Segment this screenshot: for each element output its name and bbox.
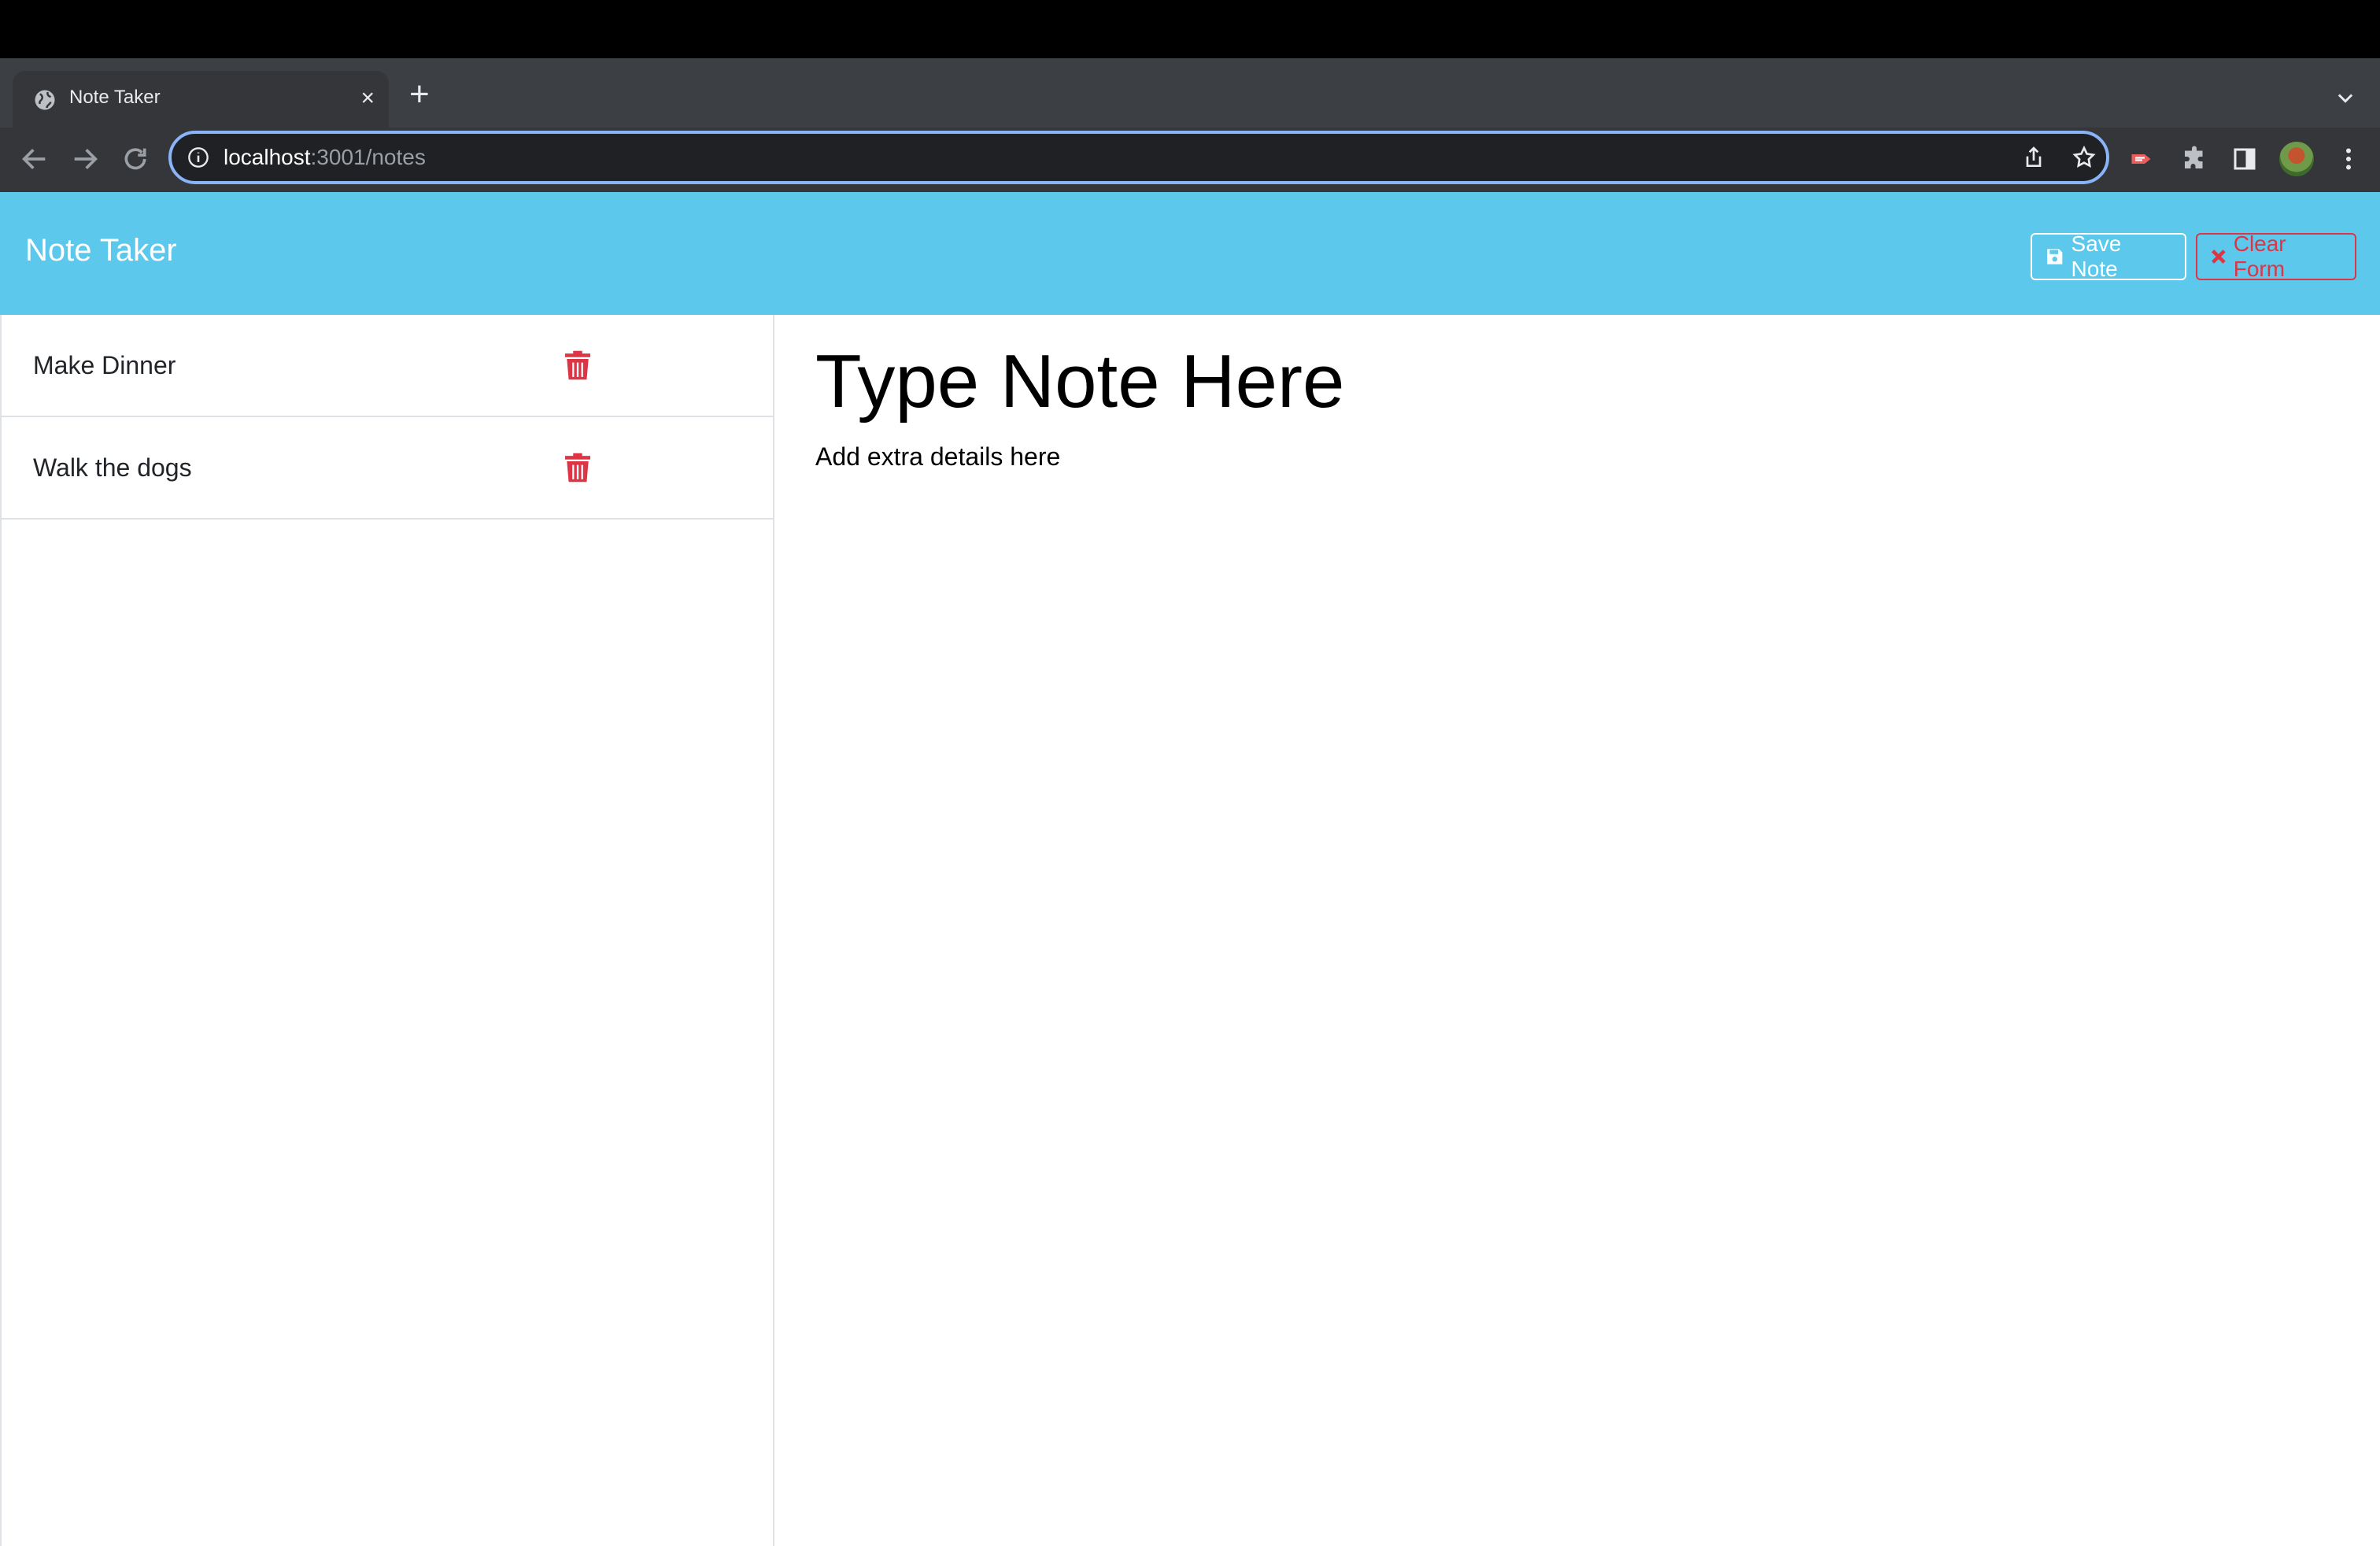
trash-icon[interactable] <box>565 350 590 381</box>
forward-arrow-icon[interactable] <box>69 143 101 175</box>
address-host: localhost <box>224 145 311 169</box>
chevron-down-icon[interactable] <box>2334 87 2356 109</box>
address-path: :3001/notes <box>310 145 426 169</box>
puzzle-icon[interactable] <box>2180 145 2208 173</box>
close-tab-icon[interactable]: × <box>360 87 375 110</box>
browser-toolbar: localhost:3001/notes <box>0 128 2380 192</box>
note-title[interactable]: Walk the dogs <box>33 453 192 483</box>
app-navbar: Note Taker Save Note Clear Form <box>0 192 2380 315</box>
globe-icon <box>35 90 55 110</box>
note-text-input[interactable]: Add extra details here <box>815 442 1060 472</box>
share-icon[interactable] <box>2021 145 2046 170</box>
clear-form-label: Clear Form <box>2233 231 2286 281</box>
save-note-label: Save Note <box>2071 231 2122 281</box>
x-mark-icon <box>2212 250 2226 264</box>
address-url[interactable]: localhost:3001/notes <box>224 145 426 170</box>
save-note-button[interactable]: Save Note <box>2031 231 2186 281</box>
more-menu-icon[interactable] <box>2334 145 2363 173</box>
side-panel-icon[interactable] <box>2230 145 2259 173</box>
note-title-input[interactable]: Type Note Here <box>815 338 1344 425</box>
extension-icon[interactable] <box>2128 145 2156 173</box>
reload-icon[interactable] <box>120 143 151 175</box>
tab-title: Note Taker <box>69 87 161 108</box>
floppy-disk-icon <box>2047 249 2063 264</box>
os-menu-bar <box>0 0 2380 58</box>
profile-avatar[interactable] <box>2279 142 2314 176</box>
info-icon[interactable] <box>187 146 209 168</box>
notes-list: Make Dinner Walk the dogs <box>0 315 774 1546</box>
trash-icon[interactable] <box>565 452 590 483</box>
list-item[interactable]: Walk the dogs <box>2 417 774 520</box>
list-item[interactable]: Make Dinner <box>2 315 774 417</box>
back-arrow-icon[interactable] <box>19 143 50 175</box>
bookmark-star-icon[interactable] <box>2071 145 2097 170</box>
app-brand[interactable]: Note Taker <box>25 233 177 268</box>
browser-tab-note-taker[interactable]: Note Taker × <box>13 71 389 128</box>
note-title[interactable]: Make Dinner <box>33 351 176 380</box>
note-editor: Type Note Here Add extra details here <box>815 315 2358 1496</box>
address-bar[interactable]: localhost:3001/notes <box>168 131 2109 184</box>
clear-form-button[interactable]: Clear Form <box>2196 231 2356 281</box>
new-tab-button[interactable]: + <box>409 77 430 112</box>
browser-tab-strip: Note Taker × + <box>0 58 2380 128</box>
